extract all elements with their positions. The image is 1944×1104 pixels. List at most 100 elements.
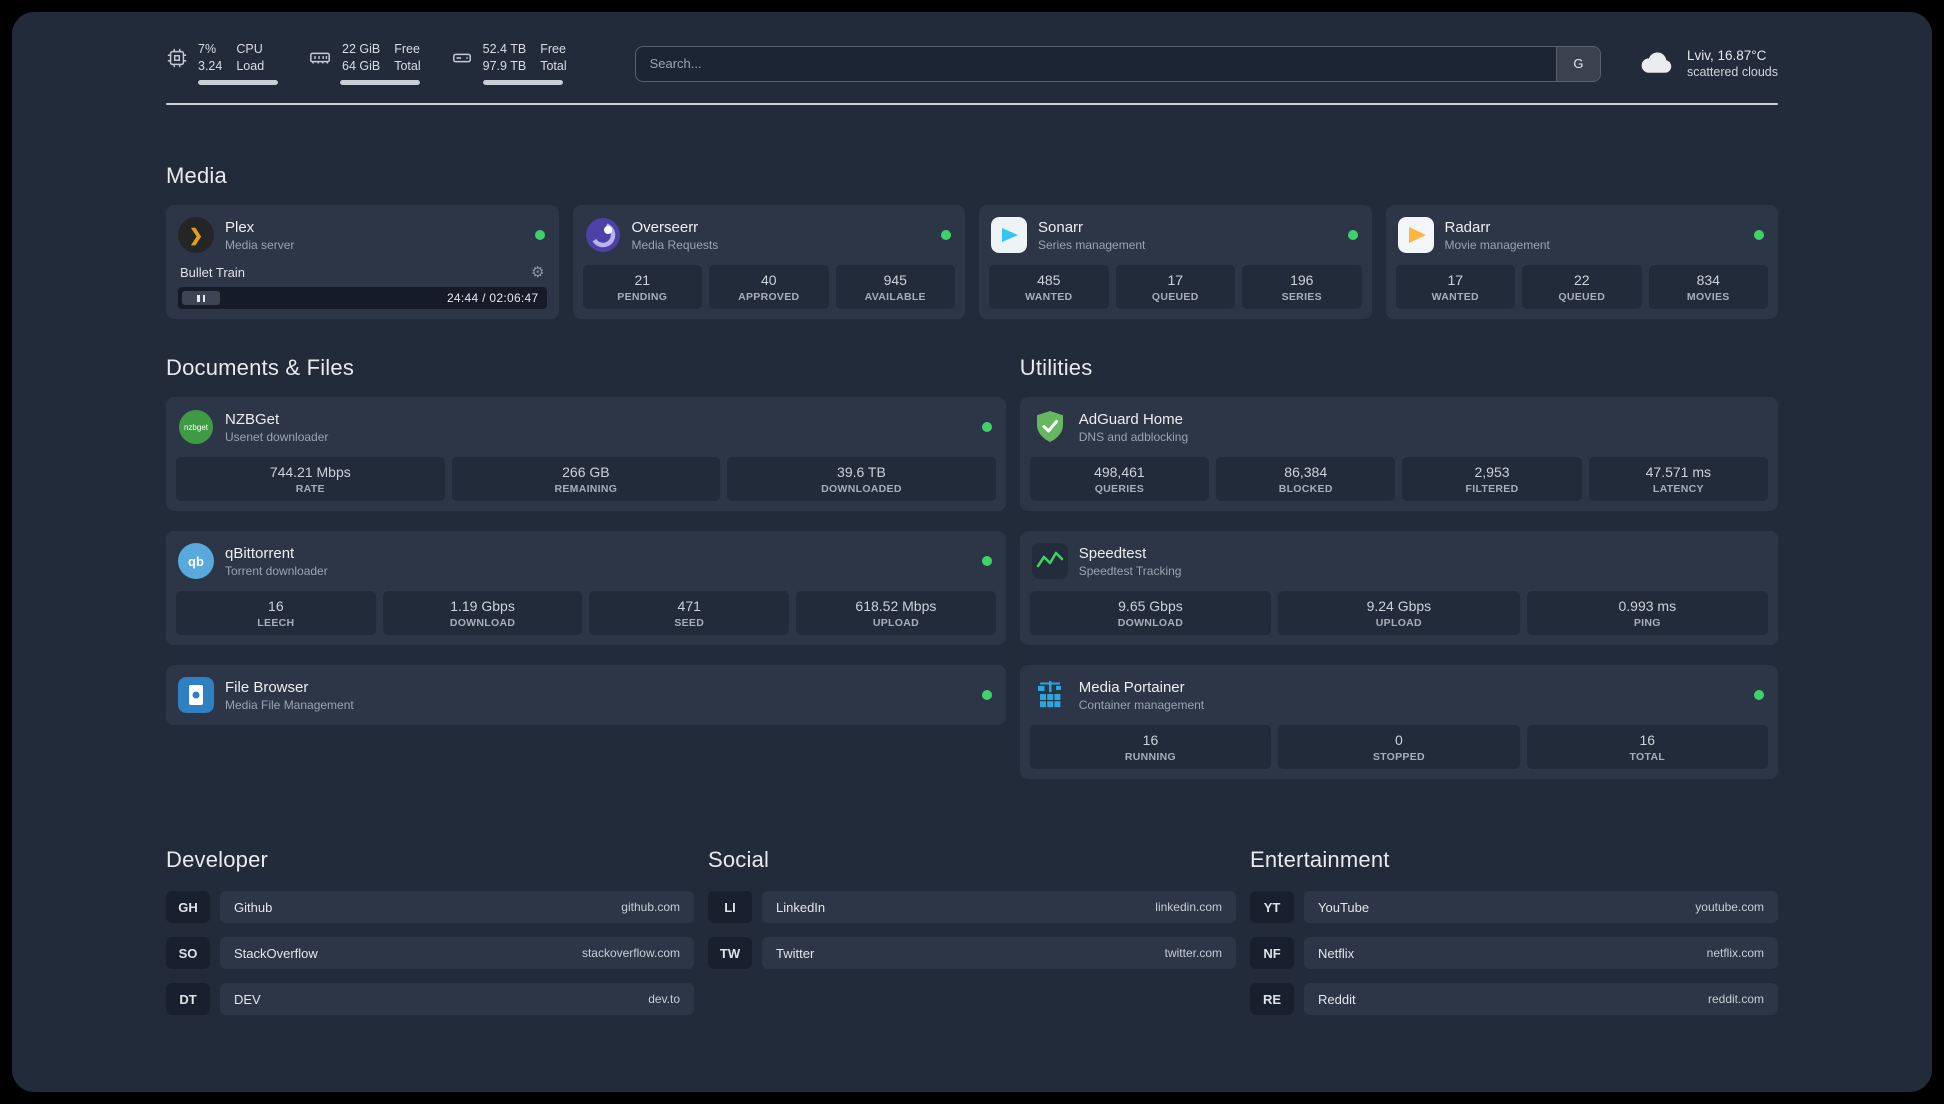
stat-tile: 47.571 ms LATENCY [1588,457,1768,502]
gear-icon[interactable]: ⚙ [531,263,544,281]
service-card-sonarr[interactable]: Sonarr Series management 485 WANTED 17 QUE… [979,205,1372,320]
bookmark-name: DEV [234,991,261,1007]
status-dot [981,556,992,567]
service-card-nzbget[interactable]: nzbget NZBGet Usenet downloader 744.21 M… [166,397,1006,512]
now-playing: Bullet Train ⚙ 24:44 / 02:06:47 [176,263,549,310]
plex-icon: ❯ [178,217,214,254]
service-card-adguard[interactable]: AdGuard Home DNS and adblocking 498,461 Q… [1019,397,1778,512]
disk-total-label: Total [540,58,567,73]
service-name: AdGuard Home [1078,410,1183,428]
stat-tile: 17 WANTED [1395,265,1515,310]
service-name: NZBGet [225,410,280,428]
service-subtitle: Movie management [1444,237,1550,252]
bookmark-reddit[interactable]: RE Reddit reddit.com [1250,983,1778,1016]
developer-bookmarks: Developer GH Github github.com SO StackOv… [166,847,694,1029]
stat-tile: 485 WANTED [989,265,1109,310]
service-subtitle: Media Requests [631,237,719,252]
bookmark-linkedin[interactable]: LI LinkedIn linkedin.com [708,891,1236,924]
search-input[interactable] [634,45,1601,82]
media-card-grid: ❯ Plex Media server Bullet Train ⚙ 24:44… [166,205,1778,320]
cpu-usage-value: 7% [198,42,217,56]
service-card-filebrowser[interactable]: File Browser Media File Management [166,665,1006,726]
bookmark-name: LinkedIn [776,899,826,915]
section-title-documents: Documents & Files [166,355,355,381]
section-title-developer: Developer [166,847,269,873]
bookmark-abbr: LI [708,891,752,924]
bookmark-github[interactable]: GH Github github.com [166,891,694,924]
search-bar: G [634,45,1601,82]
status-dot [1753,690,1764,701]
bookmark-dev[interactable]: DT DEV dev.to [166,983,694,1016]
service-name: File Browser [225,678,309,696]
bookmark-url: twitter.com [1164,946,1222,961]
bookmark-name: Github [234,899,273,915]
stat-tile: 9.24 Gbps UPLOAD [1278,591,1520,636]
cloud-icon [1639,48,1675,80]
overseerr-icon [585,217,621,253]
bookmark-stackoverflow[interactable]: SO StackOverflow stackoverflow.com [166,937,694,970]
pause-icon[interactable] [182,291,220,306]
memory-free-label: Free [394,42,420,56]
service-card-plex[interactable]: ❯ Plex Media server Bullet Train ⚙ 24:44… [166,205,559,320]
weather-location: Lviv, 16.87°C [1686,48,1767,64]
stat-tile: 86,384 BLOCKED [1216,457,1396,502]
stat-tile: 39.6 TB DOWNLOADED [727,457,996,502]
bookmark-netflix[interactable]: NF Netflix netflix.com [1250,937,1778,970]
speedtest-icon [1031,543,1068,580]
memory-total-value: 64 GiB [342,58,381,73]
service-card-qbittorrent[interactable]: qb qBittorrent Torrent downloader 16 LEEC… [166,531,1006,646]
stat-tile: 266 GB REMAINING [451,457,721,502]
bookmark-abbr: TW [708,937,752,970]
cpu-usage-label: CPU [236,42,263,56]
stat-tile: 17 QUEUED [1115,265,1235,310]
bookmark-name: Netflix [1318,945,1355,961]
status-dot [981,690,992,701]
bookmark-url: stackoverflow.com [581,946,680,961]
service-card-portainer[interactable]: Media Portainer Container management 16 R… [1019,665,1778,780]
service-card-speedtest[interactable]: Speedtest Speedtest Tracking 9.65 Gbps DO… [1019,531,1778,646]
bookmark-abbr: SO [166,937,210,970]
status-dot [941,230,951,241]
memory-meter [340,80,420,86]
stat-tile: 618.52 Mbps UPLOAD [796,591,996,636]
bookmark-name: Reddit [1318,991,1356,1007]
stat-tile: 40 APPROVED [709,265,829,310]
stat-tile: 9.65 Gbps DOWNLOAD [1029,591,1272,636]
service-subtitle: Usenet downloader [225,429,329,444]
search-provider-button[interactable]: G [1555,46,1600,81]
stat-tile: 834 MOVIES [1648,265,1768,310]
social-bookmarks: Social LI LinkedIn linkedin.com TW Twitte… [708,847,1236,1029]
stat-tile: 1.19 Gbps DOWNLOAD [382,591,583,636]
bookmark-url: github.com [621,900,680,915]
playback-time: 24:44 / 02:06:47 [446,291,539,306]
status-dot [1347,230,1358,241]
weather-widget: Lviv, 16.87°C scattered clouds [1639,48,1778,80]
stat-tile: 21 PENDING [582,265,702,310]
playback-bar[interactable]: 24:44 / 02:06:47 [178,287,547,310]
dashboard-panel: 7% CPU 3.24 Load 22 GiB Free 64 GiB Tota… [12,12,1932,1092]
entertainment-bookmarks: Entertainment YT YouTube youtube.com NF N… [1250,847,1778,1029]
service-subtitle: Speedtest Tracking [1078,563,1182,578]
adguard-icon [1032,409,1068,445]
service-card-radarr[interactable]: Radarr Movie management 17 WANTED 22 QUEUE… [1385,205,1778,320]
bookmark-name: Twitter [776,945,815,961]
service-name: Overseerr [631,218,699,236]
bookmark-abbr: NF [1250,937,1294,970]
cpu-load-label: Load [236,58,265,73]
top-bar: 7% CPU 3.24 Load 22 GiB Free 64 GiB Tota… [166,42,1778,86]
section-title-media: Media [166,163,227,189]
radarr-icon [1397,217,1434,254]
service-card-overseerr[interactable]: Overseerr Media Requests 21 PENDING 40 APP… [572,205,965,320]
disk-widget: 52.4 TB Free 97.9 TB Total [451,42,567,86]
section-title-entertainment: Entertainment [1250,847,1390,873]
bookmark-youtube[interactable]: YT YouTube youtube.com [1250,891,1778,924]
service-subtitle: DNS and adblocking [1078,429,1189,444]
memory-total-label: Total [394,58,421,73]
stat-tile: 0.993 ms PING [1526,591,1768,636]
cpu-icon [166,47,188,69]
service-name: Sonarr [1038,218,1084,236]
bookmark-twitter[interactable]: TW Twitter twitter.com [708,937,1236,970]
sonarr-icon [991,217,1027,254]
stat-tile: 16 TOTAL [1526,725,1768,770]
qbittorrent-icon: qb [178,543,214,580]
